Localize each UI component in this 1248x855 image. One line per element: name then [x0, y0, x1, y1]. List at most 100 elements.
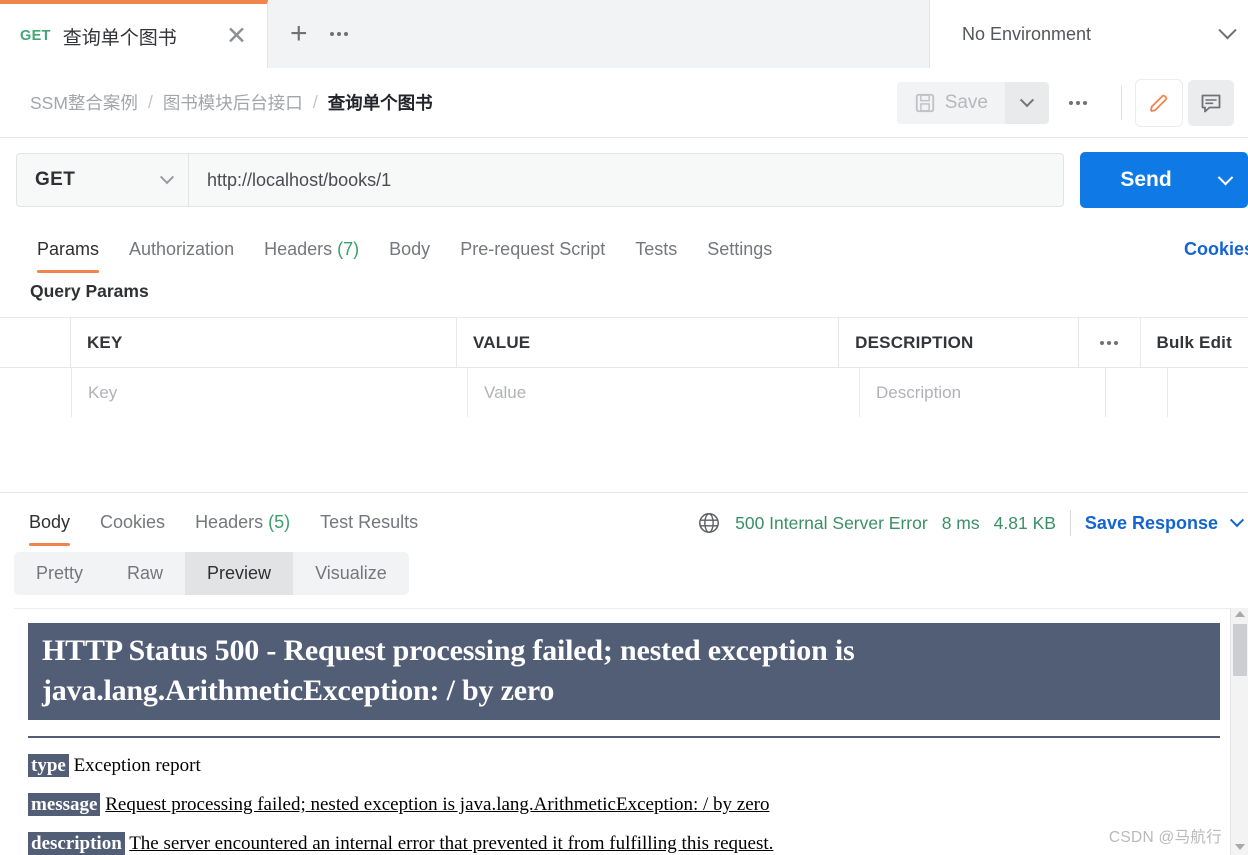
- tab-bar: GET 查询单个图书 ✕ + No Environment: [0, 0, 1248, 68]
- error-label-type: type: [28, 754, 69, 778]
- request-more-options-button[interactable]: [1049, 100, 1107, 105]
- tab-params[interactable]: Params: [22, 239, 114, 273]
- response-tab-cookies[interactable]: Cookies: [85, 512, 180, 546]
- floppy-disk-icon: [915, 93, 934, 112]
- breadcrumb-request: 查询单个图书: [327, 93, 433, 113]
- tab-pre-request-script-label: Pre-request Script: [460, 239, 606, 259]
- breadcrumb-separator: /: [147, 92, 153, 112]
- toolbar-divider: [1121, 85, 1122, 120]
- error-row-description: description The server encountered an in…: [28, 832, 1220, 855]
- error-divider: [28, 736, 1220, 739]
- ellipsis-icon: [1069, 100, 1087, 105]
- pencil-icon: [1150, 94, 1168, 112]
- tab-headers-count: (7): [337, 239, 360, 259]
- column-header-value: VALUE: [457, 318, 840, 367]
- response-time: 8 ms: [941, 512, 980, 533]
- format-tab-visualize[interactable]: Visualize: [293, 552, 409, 595]
- breadcrumb-bar: SSM整合案例 / 图书模块后台接口 / 查询单个图书 Save: [0, 68, 1248, 138]
- postman-window: GET 查询单个图书 ✕ + No Environment SSM整合案例 / …: [0, 0, 1248, 855]
- tab-pre-request-script[interactable]: Pre-request Script: [445, 239, 620, 273]
- close-icon[interactable]: ✕: [220, 22, 253, 51]
- environment-selector[interactable]: No Environment: [930, 0, 1248, 68]
- response-meta: 500 Internal Server Error 8 ms 4.81 KB S…: [697, 510, 1248, 536]
- param-description-input[interactable]: Description: [860, 368, 1106, 417]
- tab-settings[interactable]: Settings: [692, 239, 787, 273]
- error-text-message: Request processing failed; nested except…: [105, 794, 770, 816]
- error-text-type: Exception report: [73, 755, 201, 777]
- url-input[interactable]: http://localhost/books/1: [188, 153, 1064, 207]
- scroll-up-arrow-icon[interactable]: [1235, 611, 1245, 617]
- globe-icon[interactable]: [697, 511, 721, 535]
- chevron-down-icon[interactable]: [1229, 513, 1245, 528]
- column-header-description: DESCRIPTION: [839, 318, 1080, 367]
- cookies-link[interactable]: Cookies: [1184, 239, 1248, 260]
- response-tab-body[interactable]: Body: [14, 512, 85, 546]
- tab-headers[interactable]: Headers (7): [249, 239, 374, 273]
- tab-body-label: Body: [389, 239, 431, 259]
- tab-method-label: GET: [20, 28, 51, 44]
- breadcrumb-folder[interactable]: 图书模块后台接口: [163, 90, 303, 115]
- params-options-button[interactable]: [1079, 318, 1141, 367]
- format-tab-raw[interactable]: Raw: [105, 552, 185, 595]
- scrollbar-thumb[interactable]: [1233, 624, 1247, 676]
- save-button[interactable]: Save: [896, 81, 1005, 124]
- error-row-type: type Exception report: [28, 754, 1220, 778]
- meta-divider: [1069, 510, 1071, 536]
- select-all-checkbox-cell[interactable]: [0, 318, 71, 367]
- tab-tests-label: Tests: [635, 239, 678, 259]
- row-spacer-cell: [1106, 368, 1168, 417]
- send-options-button[interactable]: [1202, 169, 1248, 186]
- plus-icon[interactable]: +: [290, 19, 308, 49]
- error-label-description: description: [28, 832, 125, 855]
- format-tab-preview[interactable]: Preview: [185, 552, 294, 595]
- comment-icon: [1201, 94, 1221, 112]
- params-empty-area: [0, 417, 1248, 492]
- error-text-description: The server encountered an internal error…: [129, 833, 774, 855]
- scroll-down-arrow-icon[interactable]: [1235, 844, 1245, 850]
- response-format-bar: Pretty Raw Preview Visualize: [14, 552, 409, 595]
- breadcrumb-collection[interactable]: SSM整合案例: [30, 90, 138, 115]
- chevron-down-icon: [1019, 92, 1035, 107]
- http-method-label: GET: [35, 169, 76, 190]
- param-value-input[interactable]: Value: [468, 368, 860, 417]
- tab-body[interactable]: Body: [374, 239, 445, 273]
- response-tab-headers-count: (5): [268, 512, 291, 532]
- save-button-label: Save: [944, 91, 988, 113]
- tab-authorization[interactable]: Authorization: [114, 239, 249, 273]
- save-response-button[interactable]: Save Response: [1085, 513, 1218, 534]
- environment-label: No Environment: [962, 23, 1092, 44]
- http-method-selector[interactable]: GET: [16, 153, 188, 207]
- response-preview-pane: HTTP Status 500 - Request processing fai…: [14, 608, 1234, 855]
- preview-scrollbar[interactable]: [1230, 608, 1248, 855]
- save-options-button[interactable]: [1005, 81, 1049, 124]
- response-tab-test-results-label: Test Results: [320, 512, 419, 532]
- param-key-input[interactable]: Key: [72, 368, 468, 417]
- tab-headers-label: Headers: [264, 239, 333, 259]
- row-end-cell: [1168, 368, 1248, 417]
- row-checkbox-cell[interactable]: [0, 368, 72, 417]
- table-row: Key Value Description: [0, 368, 1248, 418]
- ellipsis-icon[interactable]: [329, 32, 348, 36]
- comments-button[interactable]: [1188, 79, 1234, 126]
- breadcrumb: SSM整合案例 / 图书模块后台接口 / 查询单个图书: [30, 90, 897, 115]
- edit-request-button[interactable]: [1136, 79, 1182, 126]
- request-tab-active[interactable]: GET 查询单个图书 ✕: [0, 0, 268, 68]
- response-tab-test-results[interactable]: Test Results: [305, 512, 433, 546]
- url-bar: GET http://localhost/books/1 Send: [0, 139, 1248, 221]
- bulk-edit-button[interactable]: Bulk Edit: [1141, 318, 1248, 367]
- format-tab-pretty[interactable]: Pretty: [14, 552, 105, 595]
- response-tab-headers-label: Headers: [195, 512, 264, 532]
- tab-tests[interactable]: Tests: [620, 239, 692, 273]
- response-format-tabs: Pretty Raw Preview Visualize: [14, 552, 409, 595]
- request-tabs: Params Authorization Headers (7) Body Pr…: [0, 221, 1248, 273]
- tab-bar-controls: +: [268, 0, 930, 68]
- response-size: 4.81 KB: [993, 512, 1056, 533]
- send-button-group[interactable]: Send: [1080, 152, 1248, 208]
- tab-authorization-label: Authorization: [129, 239, 235, 259]
- status-badge: 500 Internal Server Error: [735, 512, 928, 533]
- tab-title-label: 查询单个图书: [62, 27, 177, 49]
- send-button[interactable]: Send: [1080, 168, 1202, 192]
- response-tab-headers[interactable]: Headers (5): [180, 512, 305, 546]
- error-heading: HTTP Status 500 - Request processing fai…: [28, 623, 1220, 721]
- error-label-message: message: [28, 793, 101, 817]
